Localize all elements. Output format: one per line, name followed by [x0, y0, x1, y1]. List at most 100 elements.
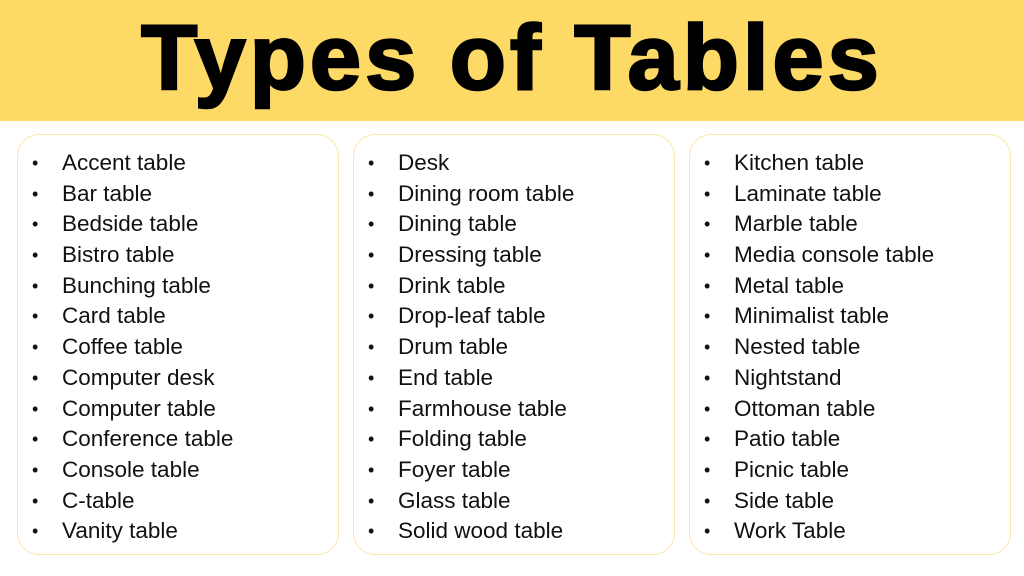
list-column-3: • Kitchen table • Laminate table • Marble tab… [689, 134, 1011, 555]
list-item-label: Bistro table [62, 242, 175, 268]
list-item: • Nightstand [690, 363, 1010, 394]
bullet-icon: • [704, 429, 711, 450]
list-item: • Computer table [18, 394, 338, 425]
list-item-label: Farmhouse table [398, 395, 567, 421]
list-item-label: Folding table [398, 426, 527, 452]
list-item: • Dressing table [354, 240, 674, 271]
list-item-label: Desk [398, 150, 450, 175]
bullet-icon: • [368, 214, 375, 235]
list-item: • End table [354, 363, 674, 394]
list-item-label: Computer desk [62, 364, 215, 390]
list-item-label: Bedside table [62, 211, 199, 237]
list-item-label: End table [398, 364, 494, 390]
bullet-icon: • [368, 367, 375, 388]
list-item-label: Foyer table [398, 456, 511, 482]
list-item: • Glass table [354, 486, 674, 517]
list-item: • Solid wood table [354, 516, 674, 547]
list-item-label: Dining table [398, 211, 517, 237]
bullet-icon: • [704, 367, 711, 388]
bullet-icon: • [704, 337, 711, 358]
bullet-icon: • [368, 245, 375, 266]
list-item: • Work Table [690, 516, 1010, 547]
bullet-icon: • [368, 306, 375, 327]
bullet-icon: • [32, 306, 39, 327]
list-item: • Nested table [690, 332, 1010, 363]
list-item: • Ottoman table [690, 394, 1010, 425]
bullet-icon: • [368, 429, 375, 450]
bullet-icon: • [32, 214, 39, 235]
bullet-icon: • [368, 153, 375, 173]
list-item: • Foyer table [354, 455, 674, 486]
list-item: • Minimalist table [690, 301, 1010, 332]
list-item-label: Work Table [734, 518, 846, 544]
bullet-icon: • [32, 153, 39, 173]
list-item-label: Metal table [734, 272, 845, 298]
bullet-icon: • [368, 490, 375, 511]
list-item-label: Picnic table [734, 456, 850, 482]
bullet-icon: • [32, 490, 39, 511]
list-item-label: Conference table [62, 426, 234, 452]
list-item: • Bar table [18, 179, 338, 210]
list-item-label: Dining room table [398, 180, 575, 206]
bullet-icon: • [368, 183, 375, 204]
list-item: • Bedside table [18, 209, 338, 240]
list-item: • Patio table [690, 424, 1010, 455]
list-item-label: Drink table [398, 272, 506, 298]
list-item-label: Ottoman table [734, 395, 876, 421]
list-item: • Side table [690, 486, 1010, 517]
list-item-label: Card table [62, 303, 166, 329]
bullet-icon: • [704, 275, 711, 296]
list-item-label: Drop-leaf table [398, 303, 546, 329]
list-item-label: Bunching table [62, 272, 211, 298]
list-item: • Media console table [690, 240, 1010, 271]
list-item-label: Glass table [398, 487, 511, 513]
list-item: • Console table [18, 455, 338, 486]
list-item: • Desk [354, 148, 674, 179]
bullet-icon: • [32, 245, 39, 266]
list-item: • Vanity table [18, 516, 338, 547]
bullet-icon: • [368, 521, 375, 542]
list-item-label: Bar table [62, 180, 153, 206]
list-item-label: Laminate table [734, 180, 882, 206]
bullet-icon: • [704, 490, 711, 511]
bullet-icon: • [704, 214, 711, 235]
list-item-label: Minimalist table [734, 303, 890, 329]
list-item-label: Kitchen table [734, 150, 865, 175]
list-item: • Laminate table [690, 179, 1010, 210]
list-item: • Kitchen table [690, 148, 1010, 179]
list-item: • Bunching table [18, 271, 338, 302]
bullet-icon: • [368, 398, 375, 419]
list-item: • Marble table [690, 209, 1010, 240]
bullet-icon: • [32, 275, 39, 296]
bullet-icon: • [704, 153, 711, 173]
bullet-icon: • [32, 367, 39, 388]
bullet-icon: • [32, 459, 39, 480]
list-item: • Coffee table [18, 332, 338, 363]
list-item: • Folding table [354, 424, 674, 455]
list-item-label: Accent table [62, 150, 186, 175]
list-item-label: Media console table [734, 242, 935, 268]
bullet-icon: • [368, 337, 375, 358]
bullet-icon: • [32, 429, 39, 450]
list-item-label: Coffee table [62, 334, 183, 360]
page-title: Types of Tables [140, 6, 883, 111]
list-item: • Metal table [690, 271, 1010, 302]
list-item: • Picnic table [690, 455, 1010, 486]
bullet-icon: • [704, 398, 711, 419]
list-item: • Card table [18, 301, 338, 332]
list-item: • Dining table [354, 209, 674, 240]
bullet-icon: • [704, 306, 711, 327]
bullet-icon: • [32, 183, 39, 204]
list-item-label: Nested table [734, 334, 861, 360]
list-item: • Dining room table [354, 179, 674, 210]
list-item-label: Computer table [62, 395, 216, 421]
list-column-1: • Accent table • Bar table • Bedside table • Bi… [17, 134, 339, 555]
list-item: • Accent table [18, 148, 338, 179]
list-item: • Bistro table [18, 240, 338, 271]
list-item-label: Side table [734, 487, 835, 513]
bullet-icon: • [704, 521, 711, 542]
list-item: • Drop-leaf table [354, 301, 674, 332]
list-item-label: Nightstand [734, 364, 842, 390]
bullet-icon: • [32, 521, 39, 542]
bullet-icon: • [32, 337, 39, 358]
